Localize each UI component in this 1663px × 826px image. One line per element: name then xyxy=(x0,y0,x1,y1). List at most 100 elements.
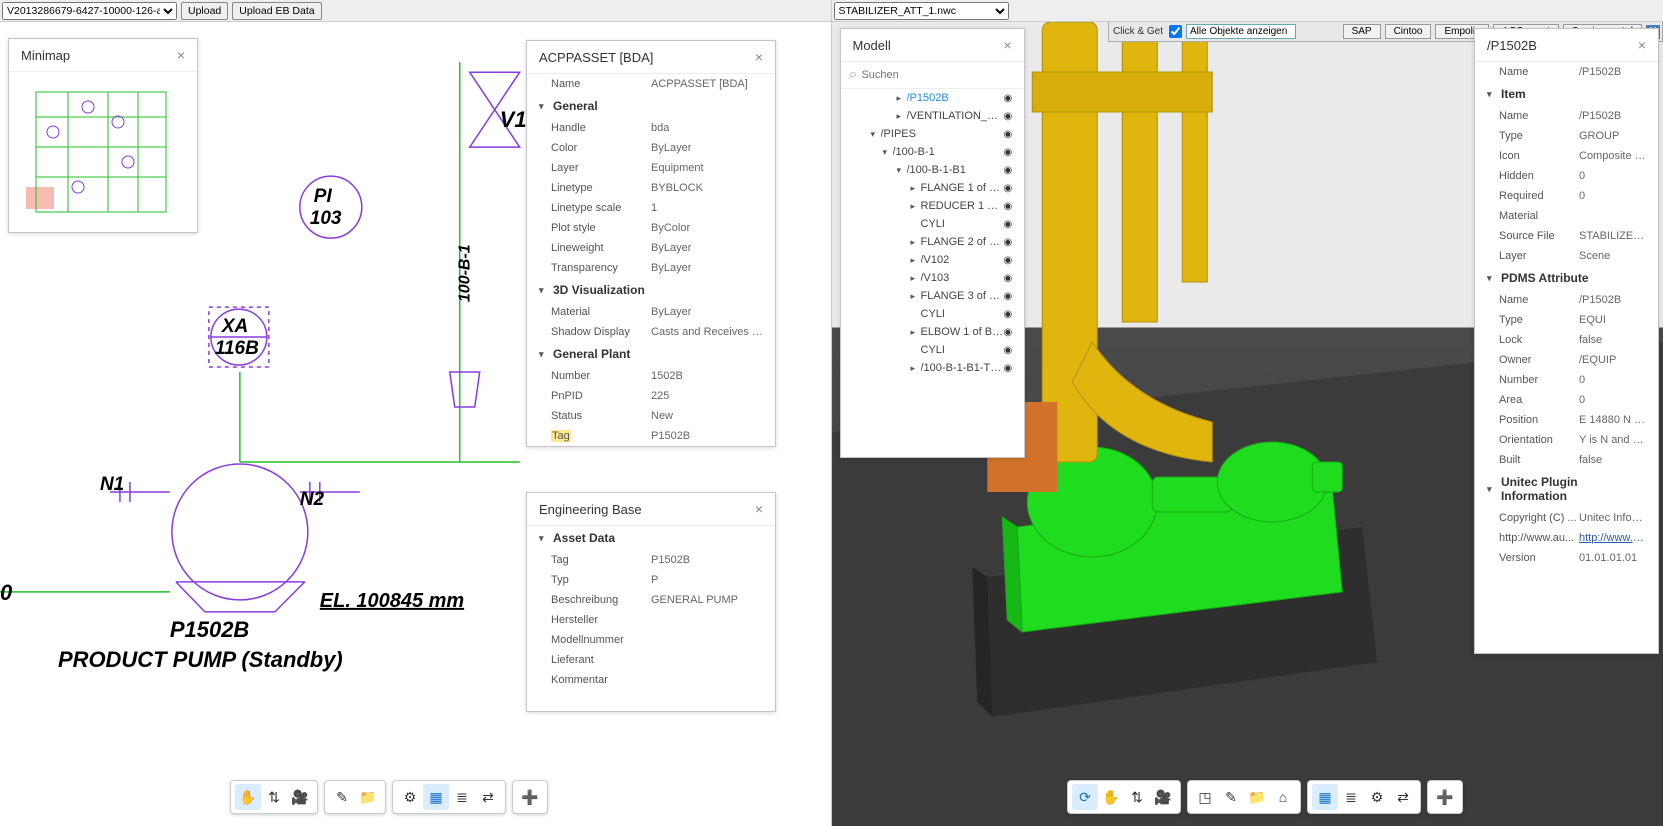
tree-item[interactable]: ▸/P1502B◉ xyxy=(841,89,1024,107)
tree-item[interactable]: ▸REDUCER 1 of BRANCH◉ xyxy=(841,197,1024,215)
property-row: PnPID225 xyxy=(527,386,775,406)
property-row: Material xyxy=(1475,206,1658,226)
tree-item[interactable]: CYLI◉ xyxy=(841,215,1024,233)
eye-icon[interactable]: ◉ xyxy=(1004,327,1018,338)
left-topbar: V2013286679-6427-10000-126-acad13.dwg Up… xyxy=(0,0,831,22)
search-icon: ⌕ xyxy=(849,66,858,84)
tree-item[interactable]: CYLI◉ xyxy=(841,341,1024,359)
plus-icon[interactable]: ➕ xyxy=(1432,784,1458,810)
section-general-plant[interactable]: ▾General Plant xyxy=(527,342,775,366)
eye-icon[interactable]: ◉ xyxy=(1004,255,1018,266)
sap-button[interactable]: SAP xyxy=(1343,24,1381,39)
home-icon[interactable]: ⌂ xyxy=(1270,784,1296,810)
filter-input[interactable] xyxy=(1186,24,1296,39)
property-row: Linetype scale1 xyxy=(527,198,775,218)
property-row: http://www.au...http://www.unitec.de xyxy=(1475,528,1658,548)
eye-icon[interactable]: ◉ xyxy=(1004,363,1018,374)
swap-icon[interactable]: ⇄ xyxy=(1390,784,1416,810)
camera-icon[interactable]: 🎥 xyxy=(287,784,313,810)
minimap-body[interactable] xyxy=(9,72,197,232)
properties-panel-left: ACPPASSET [BDA] × NameACPPASSET [BDA] ▾G… xyxy=(526,40,776,447)
eye-icon[interactable]: ◉ xyxy=(1004,237,1018,248)
eye-icon[interactable]: ◉ xyxy=(1004,129,1018,140)
gear-icon[interactable]: ⚙ xyxy=(397,784,423,810)
property-row: LinetypeBYBLOCK xyxy=(527,178,775,198)
tree-item[interactable]: ▸FLANGE 1 of BRANCH◉ xyxy=(841,179,1024,197)
section-head[interactable]: ▾Unitec Plugin Information xyxy=(1475,470,1658,508)
orbit-icon[interactable]: ⟳ xyxy=(1072,784,1098,810)
tree-item[interactable]: ▾/100-B-1-B1◉ xyxy=(841,161,1024,179)
tree-item[interactable]: ▾/100-B-1◉ xyxy=(841,143,1024,161)
upload-button[interactable]: Upload xyxy=(181,2,228,20)
property-row: Owner/EQUIP xyxy=(1475,350,1658,370)
eye-icon[interactable]: ◉ xyxy=(1004,273,1018,284)
grid-icon[interactable]: ▦ xyxy=(1312,784,1338,810)
property-row: StatusNew xyxy=(527,406,775,426)
tree-item[interactable]: CYLI◉ xyxy=(841,305,1024,323)
section-head[interactable]: ▾PDMS Attribute xyxy=(1475,266,1658,290)
section-asset-data[interactable]: ▾Asset Data xyxy=(527,526,775,550)
eye-icon[interactable]: ◉ xyxy=(1004,147,1018,158)
hand-icon[interactable]: ✋ xyxy=(235,784,261,810)
left-bottom-toolbar: ✋ ⇅ 🎥 ✎ 📁 ⚙ ▦ ≣ ⇄ ➕ xyxy=(230,780,548,814)
property-row: Builtfalse xyxy=(1475,450,1658,470)
tree-item[interactable]: ▸ELBOW 1 of BRANCH◉ xyxy=(841,323,1024,341)
tree-item[interactable]: ▸/V102◉ xyxy=(841,251,1024,269)
property-row: BeschreibungGENERAL PUMP xyxy=(527,590,775,610)
eye-icon[interactable]: ◉ xyxy=(1004,93,1018,104)
close-icon[interactable]: × xyxy=(1003,37,1011,53)
eye-icon[interactable]: ◉ xyxy=(1004,345,1018,356)
property-row: Number1502B xyxy=(527,366,775,386)
property-row: Handlebda xyxy=(527,118,775,138)
folder-icon[interactable]: 📁 xyxy=(355,784,381,810)
cube-icon[interactable]: ◳ xyxy=(1192,784,1218,810)
upload-eb-button[interactable]: Upload EB Data xyxy=(232,2,321,20)
right-file-select[interactable]: STABILIZER_ATT_1.nwc xyxy=(834,2,1009,20)
layers-icon[interactable]: ≣ xyxy=(449,784,475,810)
left-file-select[interactable]: V2013286679-6427-10000-126-acad13.dwg xyxy=(2,2,177,20)
property-row: PositionE 14880 N 12280 U 1150 xyxy=(1475,410,1658,430)
eye-icon[interactable]: ◉ xyxy=(1004,165,1018,176)
folder-icon[interactable]: 📁 xyxy=(1244,784,1270,810)
grid-icon[interactable]: ▦ xyxy=(423,784,449,810)
eye-icon[interactable]: ◉ xyxy=(1004,309,1018,320)
section-3d-vis[interactable]: ▾3D Visualization xyxy=(527,278,775,302)
property-row: Copyright (C) ...Unitec Informationssyst… xyxy=(1475,508,1658,528)
eye-icon[interactable]: ◉ xyxy=(1004,183,1018,194)
tree-search-input[interactable] xyxy=(861,69,1015,81)
hand-icon[interactable]: ✋ xyxy=(1098,784,1124,810)
right-bottom-toolbar: ⟳ ✋ ⇅ 🎥 ◳ ✎ 📁 ⌂ ▦ ≣ ⚙ ⇄ ➕ xyxy=(1067,780,1463,814)
layers-icon[interactable]: ≣ xyxy=(1338,784,1364,810)
eye-icon[interactable]: ◉ xyxy=(1004,111,1018,122)
tree-item[interactable]: ▸/V103◉ xyxy=(841,269,1024,287)
tree-item[interactable]: ▸/100-B-1-B1-TEE◉ xyxy=(841,359,1024,377)
property-row: TypP xyxy=(527,570,775,590)
pencil-icon[interactable]: ✎ xyxy=(329,784,355,810)
close-icon[interactable]: × xyxy=(755,501,763,517)
pencil-icon[interactable]: ✎ xyxy=(1218,784,1244,810)
close-icon[interactable]: × xyxy=(1638,37,1646,53)
property-row: LayerScene xyxy=(1475,246,1658,266)
svg-text:116B: 116B xyxy=(215,338,259,359)
tree-item[interactable]: ▾/PIPES◉ xyxy=(841,125,1024,143)
minimap-panel[interactable]: Minimap × xyxy=(8,38,198,233)
tree-item[interactable]: ▸/VENTILATION_UNIT1◉ xyxy=(841,107,1024,125)
tree-item[interactable]: ▸FLANGE 2 of BRANCH◉ xyxy=(841,233,1024,251)
section-general[interactable]: ▾General xyxy=(527,94,775,118)
eye-icon[interactable]: ◉ xyxy=(1004,201,1018,212)
click-get-checkbox[interactable] xyxy=(1169,25,1182,38)
eye-icon[interactable]: ◉ xyxy=(1004,219,1018,230)
gear-icon[interactable]: ⚙ xyxy=(1364,784,1390,810)
eye-icon[interactable]: ◉ xyxy=(1004,291,1018,302)
plus-icon[interactable]: ➕ xyxy=(517,784,543,810)
tree-title: Modell xyxy=(853,38,891,53)
tree-item[interactable]: ▸FLANGE 3 of BRANCH◉ xyxy=(841,287,1024,305)
updown-icon[interactable]: ⇅ xyxy=(261,784,287,810)
swap-icon[interactable]: ⇄ xyxy=(475,784,501,810)
section-head[interactable]: ▾Item xyxy=(1475,82,1658,106)
close-icon[interactable]: × xyxy=(755,49,763,65)
cintoo-button[interactable]: Cintoo xyxy=(1385,24,1432,39)
camera-icon[interactable]: 🎥 xyxy=(1150,784,1176,810)
updown-icon[interactable]: ⇅ xyxy=(1124,784,1150,810)
close-icon[interactable]: × xyxy=(177,47,185,63)
